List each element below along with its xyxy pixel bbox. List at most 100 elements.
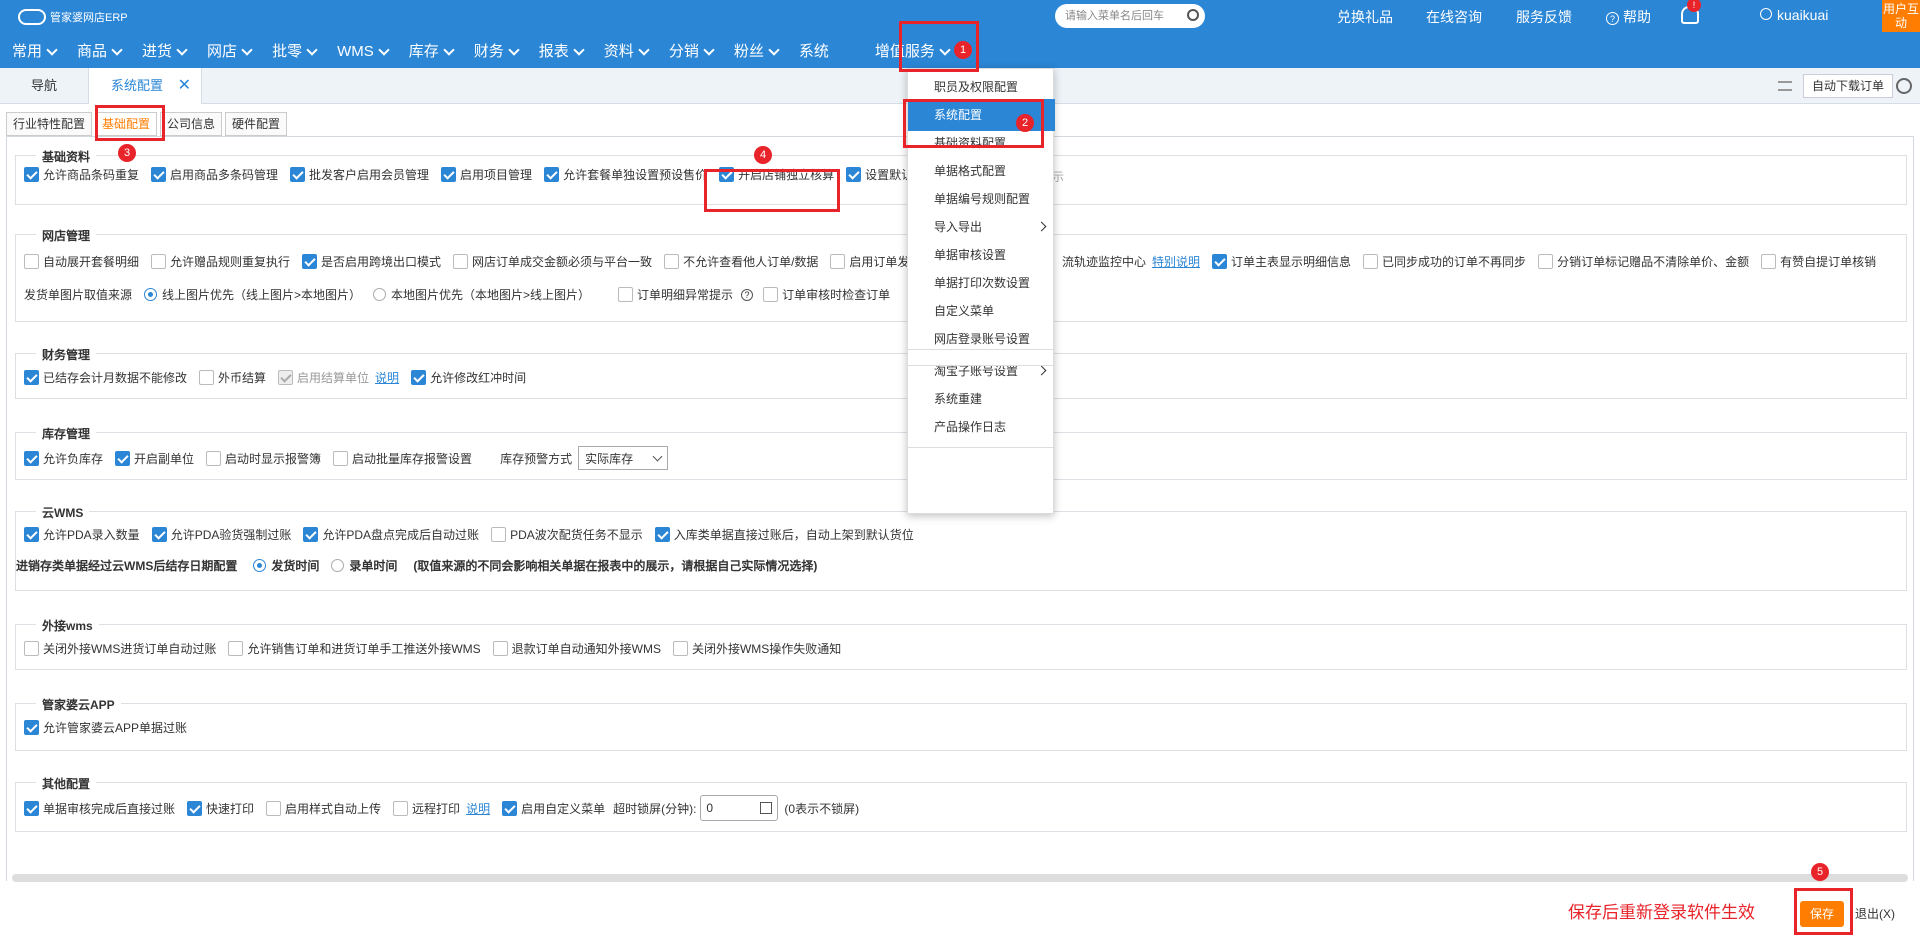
save-button[interactable]: 保存 [1800, 901, 1844, 927]
extwms-option-1[interactable]: 允许销售订单和进货订单手工推送外接WMS [228, 640, 481, 657]
question-icon[interactable]: ? [741, 288, 754, 301]
checkbox[interactable] [24, 720, 39, 735]
checkbox[interactable] [151, 527, 167, 542]
tab-system-config[interactable]: 系统配置 ✕ [88, 68, 202, 104]
menu-item-0[interactable]: 常用 [0, 36, 65, 68]
checkbox[interactable] [846, 167, 862, 182]
search-icon[interactable] [1187, 9, 1199, 21]
shop-right-option-3[interactable]: 有赞自提订单核销 [1761, 253, 1876, 270]
checkbox[interactable] [491, 527, 507, 542]
checkbox[interactable] [24, 450, 39, 466]
checkbox[interactable] [303, 527, 319, 542]
checkbox[interactable] [830, 254, 846, 269]
other-note-link[interactable]: 说明 [466, 800, 490, 817]
shop-option-5[interactable]: 启用订单发 [830, 253, 909, 270]
subtab-hardware[interactable]: 硬件配置 [225, 112, 288, 136]
cloudwms-option-0[interactable]: 允许PDA录入数量 [24, 526, 140, 543]
radio-ship-time[interactable]: 发货时间 [253, 557, 319, 574]
menu-item-4[interactable]: 批零 [260, 36, 325, 68]
cloudwms-option-1[interactable]: 允许PDA验货强制过账 [151, 526, 291, 543]
radio-local-first[interactable]: 本地图片优先（本地图片>线上图片） [373, 286, 590, 303]
radio-ship-time-indicator[interactable] [253, 559, 267, 572]
checkbox[interactable] [1212, 254, 1228, 269]
checkbox[interactable] [228, 641, 244, 656]
checkbox[interactable] [492, 641, 508, 656]
extwms-option-2[interactable]: 退款订单自动通知外接WMS [492, 640, 661, 657]
feedback-link[interactable]: 服务反馈 [1516, 7, 1572, 27]
checkbox[interactable] [333, 450, 349, 466]
radio-online-first-indicator[interactable] [144, 288, 158, 301]
checkbox[interactable] [302, 254, 318, 269]
checkbox[interactable] [115, 450, 131, 466]
user-menu[interactable]: kuaikuai [1760, 7, 1828, 23]
radio-local-first-indicator[interactable] [373, 288, 387, 301]
checkbox[interactable] [763, 287, 779, 302]
checkbox[interactable] [187, 800, 203, 816]
shop-right-option-1[interactable]: 已同步成功的订单不再同步 [1363, 253, 1526, 270]
dropdown-item-12[interactable]: 产品操作日志 [908, 411, 1055, 443]
stock-option-0[interactable]: 允许负库存 [24, 450, 103, 467]
gear-icon[interactable] [1896, 78, 1912, 94]
checkbox[interactable] [206, 450, 222, 466]
finance-option-3[interactable]: 允许修改红冲时间 [411, 369, 526, 386]
finance-note-link[interactable]: 说明 [375, 369, 399, 386]
close-icon[interactable]: ✕ [178, 68, 191, 104]
checkbox[interactable] [411, 370, 427, 385]
checkbox[interactable] [1538, 254, 1554, 269]
order-audit-check-checkbox[interactable]: 订单审核时检查订单 [763, 286, 890, 303]
extwms-option-0[interactable]: 关闭外接WMS进货订单自动过账 [24, 640, 216, 657]
user-interact-button[interactable]: 用户互动 [1882, 0, 1920, 32]
shop-option-1[interactable]: 允许赠品规则重复执行 [151, 253, 290, 270]
menu-item-12[interactable]: 系统 [786, 36, 863, 68]
dropdown-item-9[interactable]: 网店登录账号设置 [908, 323, 1055, 355]
checkbox[interactable] [24, 167, 39, 182]
basic-option-2[interactable]: 批发客户启用会员管理 [290, 166, 429, 183]
subtab-company[interactable]: 公司信息 [160, 112, 223, 136]
checkbox[interactable] [151, 254, 167, 269]
basic-option-6[interactable]: 设置默认 [846, 166, 913, 183]
checkbox[interactable] [453, 254, 469, 269]
checkbox[interactable] [618, 287, 634, 302]
checkbox[interactable] [290, 167, 306, 182]
checkbox[interactable] [441, 167, 457, 182]
menu-item-8[interactable]: 报表 [527, 36, 592, 68]
finance-option-0[interactable]: 已结存会计月数据不能修改 [24, 369, 187, 386]
menu-item-1[interactable]: 商品 [65, 36, 130, 68]
checkbox[interactable] [199, 370, 215, 385]
menu-item-5[interactable]: WMS [325, 36, 397, 68]
menu-item-11[interactable]: 粉丝 [722, 36, 787, 68]
subtab-industry[interactable]: 行业特性配置 [6, 112, 93, 136]
checkbox[interactable] [664, 254, 680, 269]
extwms-option-3[interactable]: 关闭外接WMS操作失败通知 [672, 640, 841, 657]
menu-search-input[interactable]: 请输入菜单名后回车 [1055, 4, 1205, 28]
app-option-0[interactable]: 允许管家婆云APP单据过账 [24, 719, 187, 736]
consult-link[interactable]: 在线咨询 [1426, 7, 1482, 27]
stock-option-1[interactable]: 开启副单位 [115, 450, 194, 467]
radio-online-first[interactable]: 线上图片优先（线上图片>本地图片） [144, 286, 361, 303]
checkbox[interactable] [502, 800, 518, 816]
basic-option-3[interactable]: 启用项目管理 [441, 166, 532, 183]
shop-option-3[interactable]: 网店订单成交金额必须与平台一致 [453, 253, 652, 270]
auto-download-orders-button[interactable]: 自动下载订单 [1803, 74, 1893, 98]
menu-item-7[interactable]: 财务 [462, 36, 527, 68]
other-option-3[interactable]: 远程打印 [393, 800, 460, 817]
checkbox[interactable] [654, 527, 670, 542]
lock-screen-input[interactable]: 0 [700, 795, 779, 821]
checkbox[interactable] [393, 800, 409, 816]
checkbox[interactable] [266, 800, 282, 816]
stock-alert-select[interactable]: 实际库存 [578, 446, 669, 470]
special-note-link[interactable]: 特别说明 [1152, 253, 1200, 270]
basic-option-0[interactable]: 允许商品条码重复 [24, 166, 139, 183]
menu-item-9[interactable]: 资料 [592, 36, 657, 68]
menu-item-10[interactable]: 分销 [657, 36, 722, 68]
other-option-1[interactable]: 快速打印 [187, 800, 254, 817]
checkbox[interactable] [1761, 254, 1777, 269]
checkbox[interactable] [672, 641, 688, 656]
shop-option-4[interactable]: 不允许查看他人订单/数据 [664, 253, 818, 270]
order-detail-abnormal-checkbox[interactable]: 订单明细异常提示 [618, 286, 733, 303]
cloudwms-option-3[interactable]: PDA波次配货任务不显示 [491, 526, 643, 543]
shop-option-0[interactable]: 自动展开套餐明细 [24, 253, 139, 270]
stock-option-2[interactable]: 启动时显示报警簿 [206, 450, 321, 467]
tab-navigation[interactable]: 导航 [0, 68, 88, 104]
checkbox[interactable] [24, 527, 39, 542]
